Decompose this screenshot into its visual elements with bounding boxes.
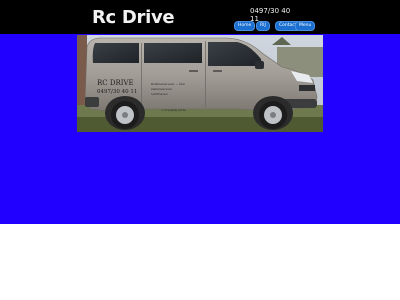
van-photo: RC DRIVE 0497/30 40 11 Rolstoelvervoer —… (77, 35, 323, 132)
van-email-text: rc.drive@skynet.be (161, 108, 186, 112)
van-brand-text: RC DRIVE (97, 79, 134, 87)
nav-button-rij[interactable]: RIJ (256, 21, 270, 31)
header-bar: Rc Drive 0497/30 40 11 Home RIJ Contact … (0, 0, 400, 34)
van-phone-text: 0497/30 40 11 (97, 89, 137, 95)
site-title[interactable]: Rc Drive (92, 7, 175, 29)
nav-button-home[interactable]: Home (234, 21, 256, 31)
van-service-line-1: Rolstoelvervoer — taxi (151, 82, 185, 86)
van-service-line-3: luchthaven (151, 92, 168, 96)
van-service-line-2: ziekenvervoer (151, 87, 173, 91)
nav-button-menu[interactable]: Menu (295, 21, 316, 31)
